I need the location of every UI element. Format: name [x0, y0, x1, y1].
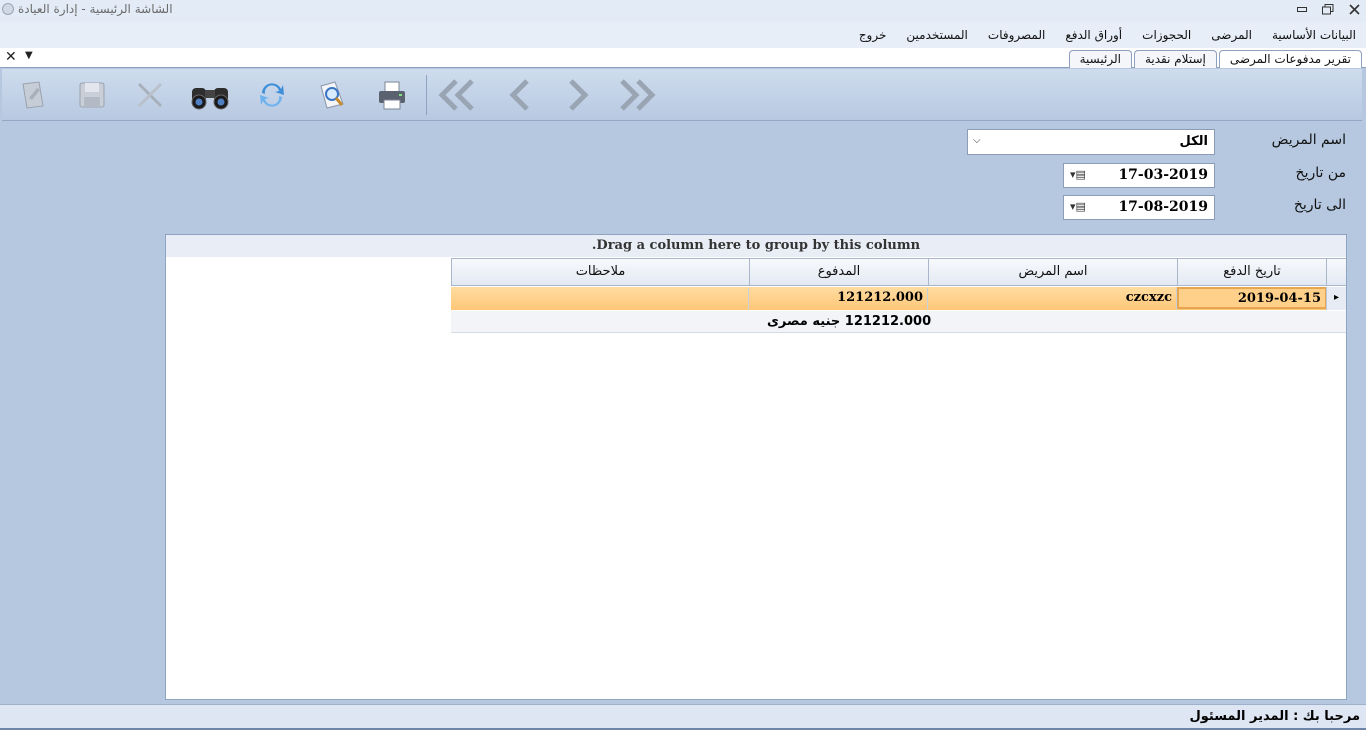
- to-date-value: 17-08-2019: [1118, 199, 1208, 215]
- welcome-message: مرحبا بك : المدير المسئول: [1189, 709, 1360, 724]
- summary-row: 121212.000 جنيه مصرى: [451, 311, 1346, 333]
- edit-icon[interactable]: [10, 75, 54, 115]
- status-bar: مرحبا بك : المدير المسئول: [0, 704, 1366, 730]
- menu-bar: البيانات الأساسية المرضى الحجوزات أوراق …: [0, 22, 1366, 48]
- calendar-dropdown-icon[interactable]: ▾▤: [1070, 168, 1086, 181]
- minimize-icon[interactable]: [1294, 2, 1310, 16]
- menu-bookings[interactable]: الحجوزات: [1142, 28, 1191, 42]
- menu-basic-data[interactable]: البيانات الأساسية: [1272, 28, 1356, 42]
- window-title: الشاشة الرئيسية - إدارة العيادة: [18, 2, 173, 16]
- from-date-label: من تاريخ: [1295, 165, 1346, 181]
- work-area: اسم المريض الكل ⌵ من تاريخ 17-03-2019 ▾▤…: [0, 68, 1366, 704]
- delete-icon[interactable]: [128, 75, 172, 115]
- from-date-value: 17-03-2019: [1118, 167, 1208, 183]
- app-icon: [2, 3, 14, 15]
- table-row[interactable]: 2019-04-15 czcxzc 121212.000: [451, 287, 1346, 310]
- cell-patient-name[interactable]: czcxzc: [928, 288, 1177, 310]
- to-date-picker[interactable]: 17-08-2019 ▾▤: [1063, 195, 1215, 220]
- tab-list-dropdown-icon[interactable]: ▼: [25, 50, 33, 61]
- payments-grid: Drag a column here to group by this colu…: [165, 234, 1347, 700]
- next-record-icon[interactable]: [556, 75, 600, 115]
- print-preview-icon[interactable]: [310, 75, 354, 115]
- tab-cash-receipt[interactable]: إستلام نقدية: [1133, 50, 1217, 68]
- cell-payment-date[interactable]: 2019-04-15: [1177, 287, 1327, 309]
- cell-paid[interactable]: 121212.000: [749, 288, 928, 310]
- to-date-label: الى تاريخ: [1293, 197, 1346, 213]
- binoculars-search-icon[interactable]: [188, 75, 232, 115]
- group-by-panel[interactable]: Drag a column here to group by this colu…: [166, 235, 1346, 257]
- from-date-picker[interactable]: 17-03-2019 ▾▤: [1063, 163, 1215, 188]
- current-row-indicator-icon[interactable]: ▸: [1326, 287, 1346, 310]
- last-record-icon[interactable]: [614, 75, 658, 115]
- patient-name-value: الكل: [1179, 134, 1208, 149]
- column-header-notes[interactable]: ملاحظات: [451, 258, 749, 286]
- toolbar: [2, 69, 1362, 121]
- close-icon[interactable]: [1346, 2, 1362, 16]
- menu-patients[interactable]: المرضى: [1211, 28, 1252, 42]
- restore-icon[interactable]: [1320, 2, 1336, 16]
- calendar-dropdown-icon[interactable]: ▾▤: [1070, 200, 1086, 213]
- menu-exit[interactable]: خروج: [859, 28, 887, 42]
- patient-name-select[interactable]: الكل ⌵: [967, 129, 1215, 155]
- summary-total: 121212.000 جنيه مصرى: [767, 314, 932, 329]
- toolbar-separator: [426, 75, 427, 115]
- column-header-patient-name[interactable]: اسم المريض: [928, 258, 1177, 286]
- chevron-down-icon[interactable]: ⌵: [973, 135, 981, 146]
- patient-name-text: czcxzc: [1125, 290, 1172, 305]
- row-indicator-header: [1326, 258, 1346, 286]
- refresh-icon[interactable]: [250, 75, 294, 115]
- tab-home[interactable]: الرئيسية: [1068, 50, 1132, 68]
- menu-payment-papers[interactable]: أوراق الدفع: [1065, 28, 1122, 42]
- previous-record-icon[interactable]: [498, 75, 542, 115]
- column-header-payment-date[interactable]: تاريخ الدفع: [1177, 258, 1326, 286]
- menu-users[interactable]: المستخدمين: [906, 28, 967, 42]
- menu-expenses[interactable]: المصروفات: [988, 28, 1045, 42]
- column-header-paid[interactable]: المدفوع: [749, 258, 928, 286]
- cell-notes[interactable]: [451, 288, 749, 310]
- tab-patient-payments-report[interactable]: تقرير مدفوعات المرضى: [1218, 50, 1362, 68]
- first-record-icon[interactable]: [436, 75, 480, 115]
- printer-icon[interactable]: [370, 75, 414, 115]
- close-document-icon[interactable]: ✕: [5, 49, 17, 65]
- title-bar: الشاشة الرئيسية - إدارة العيادة: [0, 0, 1366, 22]
- save-icon[interactable]: [70, 75, 114, 115]
- document-tab-strip: ✕ ▼ تقرير مدفوعات المرضى إستلام نقدية ال…: [0, 48, 1366, 68]
- patient-name-label: اسم المريض: [1271, 132, 1346, 148]
